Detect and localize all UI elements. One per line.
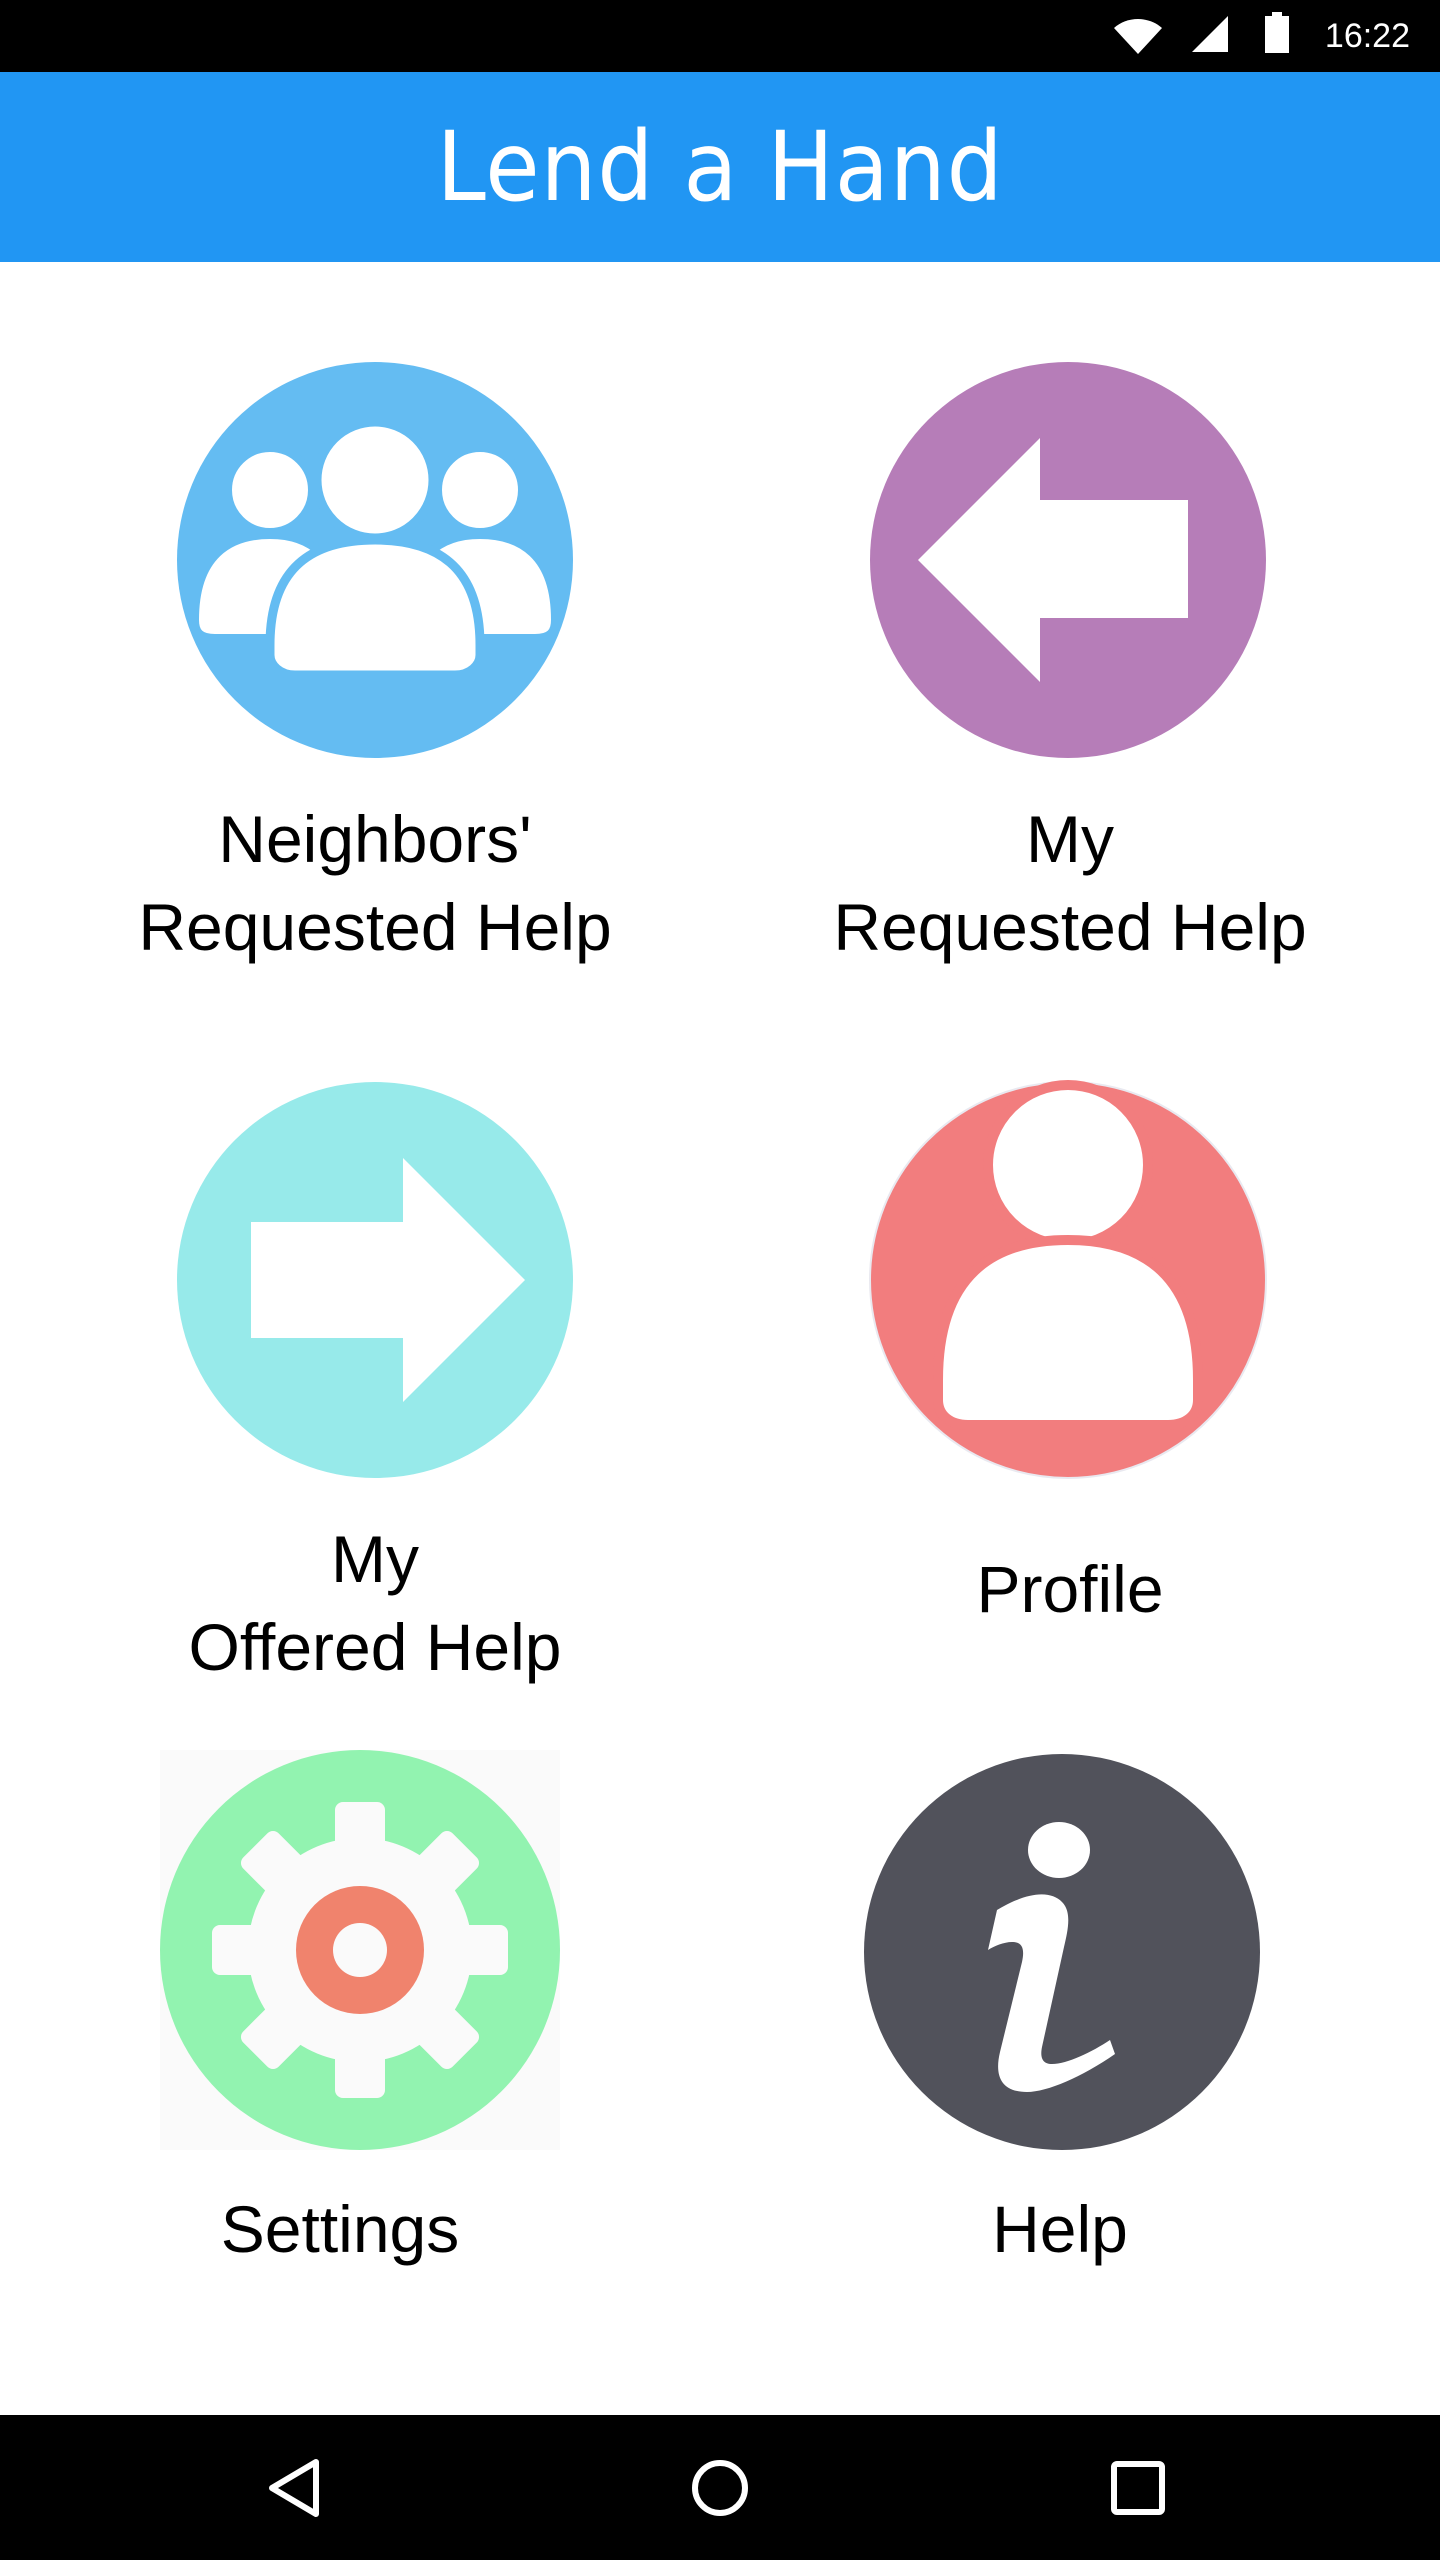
neighbors-requested-help-label: Neighbors' Requested Help	[138, 802, 612, 964]
arrow-left-icon	[870, 362, 1266, 758]
back-button[interactable]	[196, 2415, 396, 2560]
app-title: Lend a Hand	[436, 111, 1004, 223]
status-bar: 16:22	[0, 0, 1440, 72]
recents-button[interactable]	[1038, 2415, 1238, 2560]
help-button[interactable]: Help	[760, 1750, 1360, 2290]
group-icon	[177, 362, 573, 758]
home-button[interactable]	[620, 2415, 820, 2560]
profile-label: Profile	[976, 1552, 1164, 1626]
wifi-icon	[1114, 19, 1162, 54]
navigation-bar	[0, 2415, 1440, 2560]
profile-button[interactable]: Profile	[770, 1075, 1370, 1715]
person-icon	[869, 1080, 1267, 1479]
battery-icon	[1265, 12, 1289, 53]
recents-icon	[1111, 2460, 1165, 2515]
home-icon	[692, 2459, 748, 2516]
arrow-right-icon	[177, 1082, 573, 1478]
my-offered-help-label: My Offered Help	[188, 1522, 562, 1684]
cell-signal-icon	[1192, 16, 1228, 52]
help-label: Help	[992, 2192, 1128, 2266]
settings-button[interactable]: Settings	[60, 1750, 640, 2290]
status-time: 16:22	[1324, 17, 1410, 55]
my-offered-help-button[interactable]: My Offered Help	[75, 1075, 675, 1715]
gear-icon	[160, 1750, 560, 2150]
settings-label: Settings	[220, 2192, 460, 2266]
neighbors-requested-help-button[interactable]: Neighbors' Requested Help	[75, 355, 675, 995]
my-requested-help-label: My Requested Help	[833, 802, 1307, 964]
app-bar: Lend a Hand	[0, 72, 1440, 262]
back-icon	[269, 2458, 319, 2517]
info-icon	[864, 1754, 1260, 2150]
my-requested-help-button[interactable]: My Requested Help	[770, 355, 1370, 995]
